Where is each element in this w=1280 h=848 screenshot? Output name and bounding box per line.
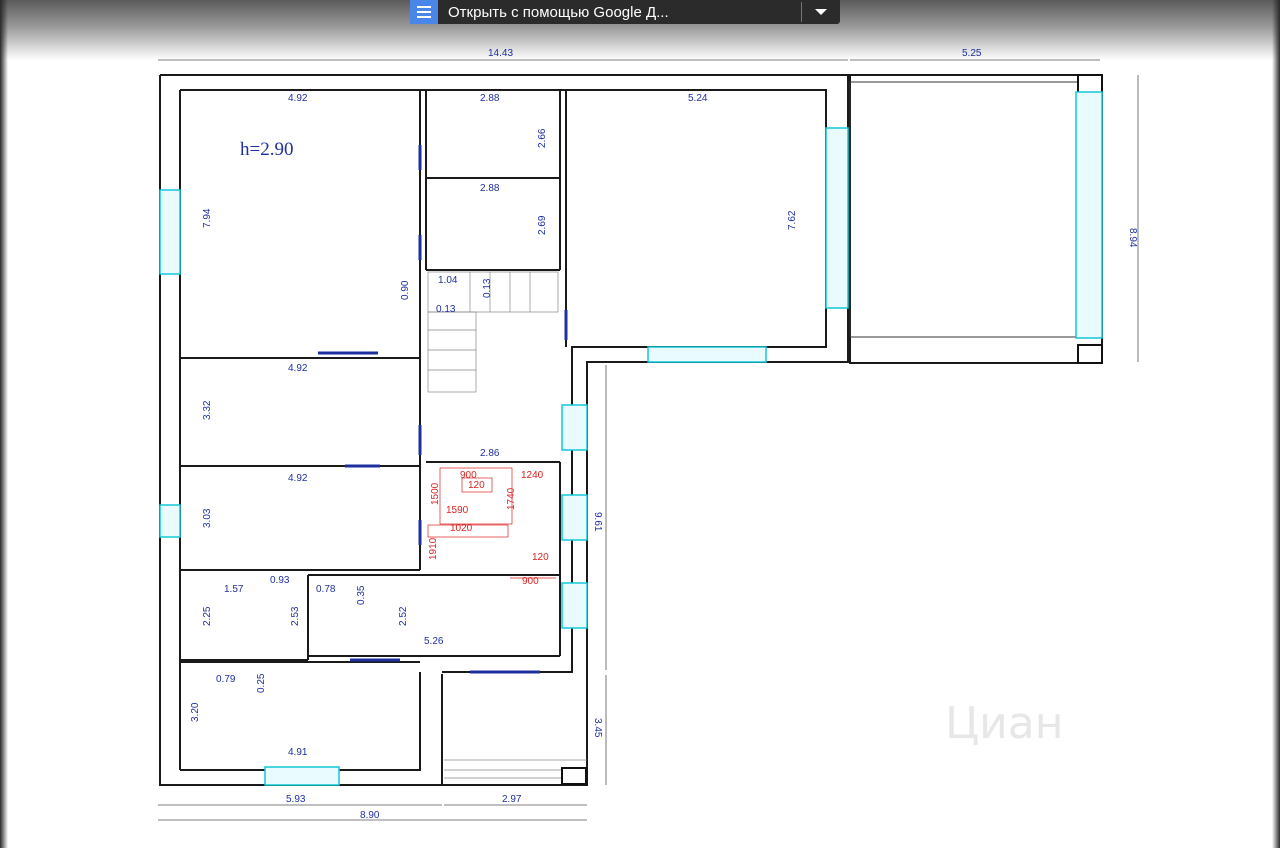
dim-r6-h: 3.03 <box>202 508 213 528</box>
dim-r4-w: 5.24 <box>688 93 708 104</box>
bath-mark-8: 1910 <box>428 537 439 560</box>
watermark-text: Циан <box>945 698 1064 749</box>
google-docs-icon[interactable] <box>410 0 438 24</box>
dim-r3-w: 2.88 <box>480 183 500 194</box>
dim-r2-w: 2.88 <box>480 93 500 104</box>
dim-bottom-left: 5.93 <box>286 794 306 805</box>
dim-top-veranda: 5.25 <box>962 48 982 59</box>
dim-r10-w1: 0.79 <box>216 674 236 685</box>
dim-right-corridor: 9.61 <box>592 512 603 532</box>
bath-mark-5: 1740 <box>506 487 517 510</box>
dim-r8-w: 0.78 <box>316 584 336 595</box>
dim-stair-gap: 0.13 <box>436 304 456 315</box>
dim-right-veranda: 8.94 <box>1127 228 1138 248</box>
bath-mark-7: 1020 <box>450 523 473 534</box>
height-label: h=2.90 <box>240 139 293 160</box>
dim-top-main: 14.43 <box>488 48 513 59</box>
dim-r7-h2: 2.53 <box>290 606 301 626</box>
open-with-button[interactable]: Открыть с помощью Google Д... <box>448 4 801 21</box>
bath-mark-3: 120 <box>468 480 485 491</box>
dim-r10-w: 4.91 <box>288 747 308 758</box>
dim-r1-h: 7.94 <box>202 208 213 228</box>
bath-mark-9: 120 <box>532 552 549 563</box>
dim-stair-w: 1.04 <box>438 275 458 286</box>
dim-r1-w: 4.92 <box>288 93 308 104</box>
dim-r3-h: 2.69 <box>537 215 548 235</box>
dim-r4-h: 7.62 <box>787 210 798 230</box>
dim-r8-h: 0.35 <box>356 585 367 605</box>
floor-plan-image: Циан 14.43 5.25 8.94 9.61 3.45 5.93 2.97… <box>158 48 1139 821</box>
bath-mark-6: 1590 <box>446 505 469 516</box>
dim-stair-h: 0.90 <box>400 280 411 300</box>
dim-r7-h1: 2.25 <box>202 606 213 626</box>
dim-stair-gap2: 0.13 <box>482 278 493 298</box>
dim-r6-w: 4.92 <box>288 473 308 484</box>
bath-mark-2: 1240 <box>521 470 544 481</box>
open-with-toolbar: Открыть с помощью Google Д... <box>410 0 840 24</box>
dim-bottom-porch: 2.97 <box>502 794 522 805</box>
dim-r2-h: 2.66 <box>537 128 548 148</box>
open-with-dropdown-button[interactable] <box>802 0 840 24</box>
dim-r5-h: 3.32 <box>202 400 213 420</box>
dim-r8-h2: 2.52 <box>398 606 409 626</box>
dim-right-porch: 3.45 <box>592 718 603 738</box>
caret-down-icon <box>815 9 827 15</box>
dim-r7-w2: 0.93 <box>270 575 290 586</box>
dim-bottom-total: 8.90 <box>360 810 380 821</box>
dim-r10-h1: 0.25 <box>256 673 267 693</box>
dim-r10-h: 3.20 <box>190 702 201 722</box>
bath-mark-10: 900 <box>522 576 539 587</box>
dim-r9-w: 5.26 <box>424 636 444 647</box>
bath-mark-4: 1500 <box>430 482 441 505</box>
dim-hall-w: 2.86 <box>480 448 500 459</box>
dim-r7-w1: 1.57 <box>224 584 244 595</box>
dim-r5-w: 4.92 <box>288 363 308 374</box>
